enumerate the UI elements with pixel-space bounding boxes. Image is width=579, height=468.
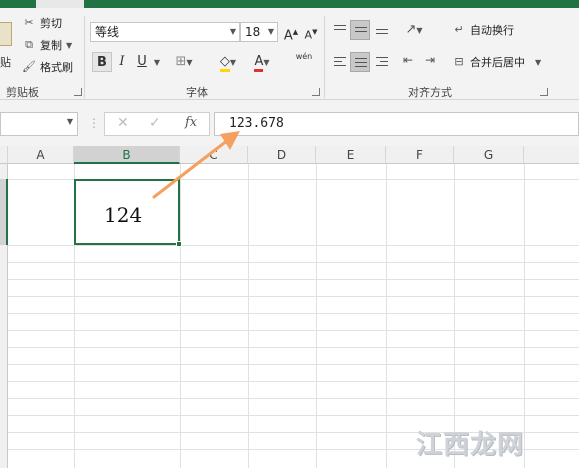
copy-button[interactable]: ⧉ 复制 ▼ [22,36,72,54]
copy-icon: ⧉ [25,38,33,51]
column-header-g[interactable]: G [454,146,524,164]
column-header-e[interactable]: E [316,146,386,164]
chevron-down-icon: ▼ [229,58,237,67]
formula-bar: ▼ ⋮ ✕ ✓ fx 123.678 [0,100,579,146]
merge-center-button[interactable]: ⊟ 合并后居中 ▼ [452,54,541,70]
clipboard-group-label: 剪贴板 [6,86,39,99]
align-center-button[interactable] [350,52,370,72]
format-painter-button[interactable]: 🖌 格式刷 [22,58,73,76]
merge-center-label: 合并后居中 [470,56,525,69]
merge-cells-icon: ⊟ [454,55,464,68]
paste-button[interactable]: 贴 [0,14,14,70]
column-header-c[interactable]: C [180,146,248,164]
column-header-a[interactable]: A [8,146,74,164]
borders-button[interactable]: ⊞▼ [172,52,196,72]
phonetic-button[interactable]: wén [288,52,320,72]
format-painter-icon: 🖌 [22,60,36,73]
cell-value: 124 [104,203,143,227]
formula-buttons: ✕ ✓ fx [104,112,210,136]
cancel-button[interactable]: ✕ [117,115,129,131]
formula-input[interactable]: 123.678 [214,112,579,136]
tab-home[interactable] [36,0,84,8]
grow-font-icon: A [283,28,293,44]
font-color-button[interactable]: A▼ [248,52,276,72]
ribbon: 贴 ✂ 剪切 ⧉ 复制 ▼ 🖌 格式刷 剪贴板 等线 ▼ 18 ▼ A▲ A▼ … [0,8,579,100]
paste-icon [0,22,12,46]
align-left-button[interactable] [330,52,350,72]
shrink-font-button[interactable]: A▼ [302,22,320,42]
row-header-1[interactable] [0,164,8,179]
font-dialog-launcher-icon[interactable] [312,88,320,96]
italic-button[interactable]: I [114,52,130,72]
active-cell-b2[interactable]: 124 [74,179,180,245]
alignment-dialog-launcher-icon[interactable] [540,88,548,96]
fill-handle[interactable] [176,241,182,247]
format-painter-label: 格式刷 [40,61,73,74]
wrap-text-icon: ↵ [454,23,464,36]
borders-icon: ⊞ [175,54,187,69]
row-headers[interactable] [0,245,8,468]
cut-button[interactable]: ✂ 剪切 [22,14,62,32]
cut-label: 剪切 [40,17,62,30]
chevron-down-icon: ▼ [66,40,73,50]
group-divider [84,16,85,98]
scissors-icon: ✂ [24,16,34,29]
italic-icon: I [119,54,125,69]
text-orientation-icon: ↗ [405,22,417,37]
fill-color-button[interactable]: ◇▼ [214,52,242,72]
bold-icon: B [97,55,107,70]
align-bottom-button[interactable] [372,20,392,40]
paste-label: 贴 [0,56,11,69]
align-top-button[interactable] [330,20,350,40]
watermark-logo: 江西龙网 [416,430,525,460]
grow-font-button[interactable]: A▲ [282,22,300,44]
copy-label: 复制 [40,39,62,52]
alignment-group-label: 对齐方式 [408,86,452,99]
underline-dropdown[interactable]: ▼ [152,52,162,72]
chevron-down-icon: ▼ [66,117,73,126]
chevron-down-icon: ▼ [416,26,423,35]
group-divider [324,16,325,98]
clipboard-dialog-launcher-icon[interactable] [74,88,82,96]
row-header-2[interactable] [0,179,8,245]
chevron-down-icon: ▼ [153,58,161,67]
font-group-label: 字体 [186,86,208,99]
chevron-down-icon: ▼ [186,58,193,67]
shrink-font-icon: A [304,28,313,42]
font-size-select[interactable]: 18 ▼ [240,22,278,42]
insert-function-button[interactable]: fx [185,115,197,130]
column-header-h[interactable] [524,146,579,164]
wrap-text-button[interactable]: ↵ 自动换行 [452,22,514,38]
chevron-down-icon: ▼ [229,27,236,36]
chevron-down-icon: ▼ [267,27,274,36]
increase-indent-button[interactable]: ⇥ [422,52,442,72]
font-name-select[interactable]: 等线 ▼ [90,22,240,42]
phonetic-icon: wén [295,52,313,61]
column-header-f[interactable]: F [386,146,454,164]
align-middle-button[interactable] [350,20,370,40]
chevron-down-icon: ▼ [263,58,270,67]
increase-indent-icon: ⇥ [425,53,436,67]
name-box[interactable]: ▼ [0,112,78,136]
underline-button[interactable]: U [134,52,150,72]
wrap-text-label: 自动换行 [470,24,514,37]
column-header-d[interactable]: D [248,146,316,164]
formula-bar-grip-icon[interactable]: ⋮ [88,116,100,130]
select-all-corner[interactable] [0,146,8,164]
decrease-indent-icon: ⇤ [403,53,414,67]
enter-button[interactable]: ✓ [149,115,161,131]
column-header-b[interactable]: B [74,146,180,164]
underline-icon: U [137,54,147,69]
decrease-indent-button[interactable]: ⇤ [400,52,420,72]
font-size-value: 18 [245,25,261,39]
ribbon-tab-strip [0,0,579,8]
font-name-value: 等线 [95,25,120,39]
orientation-button[interactable]: ↗▼ [400,20,428,40]
bold-button[interactable]: B [92,52,112,72]
align-right-button[interactable] [372,52,392,72]
fill-color-icon: ◇ [219,54,230,72]
chevron-down-icon: ▼ [535,57,542,67]
